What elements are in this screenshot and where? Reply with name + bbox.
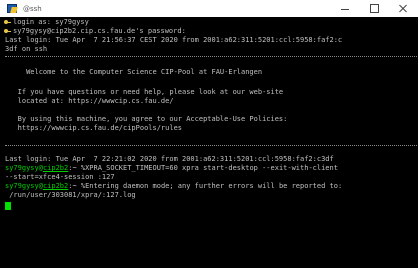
window-controls	[331, 0, 418, 17]
maximize-button[interactable]	[360, 0, 389, 17]
policy-url-line: https://wwwcip.cs.fau.de/cipPools/rules	[5, 124, 183, 132]
close-button[interactable]	[389, 0, 418, 17]
login-prompt-line: login as: sy79gysy	[13, 18, 89, 26]
terminal-area[interactable]: login as: sy79gysy sy79gysy@cip2b2.cip.c…	[0, 17, 418, 268]
divider	[5, 56, 417, 57]
title-bar[interactable]: @ssh	[0, 0, 418, 17]
key-icon	[4, 29, 11, 35]
prompt-user: sy79gysy@	[5, 182, 43, 190]
command-line: sy79gysy@cip2b2:~ %XPRA_SOCKET_TIMEOUT=6…	[5, 164, 338, 173]
divider	[5, 145, 417, 146]
output-line-cont: /run/user/303081/xpra/:127.log	[5, 191, 136, 199]
key-icon	[4, 20, 11, 26]
window-title: @ssh	[23, 4, 42, 13]
welcome-line: Welcome to the Computer Science CIP-Pool…	[5, 68, 263, 76]
ssh-window: @ssh login as: sy79gysy sy79gysy@cip2b2.…	[0, 0, 418, 268]
command-line-cont: --start=xfce4-session :127	[5, 173, 115, 181]
prompt-host: cip2b2	[42, 182, 69, 190]
command-text: :~ %XPRA_SOCKET_TIMEOUT=60 xpra start-de…	[68, 164, 338, 172]
last-login-line: Last login: Tue Apr 7 22:21:02 2020 from…	[5, 155, 334, 163]
output-line: sy79gysy@cip2b2:~ %Entering daemon mode;…	[5, 182, 342, 191]
putty-icon[interactable]	[6, 3, 18, 15]
last-login-line: Last login: Tue Apr 7 21:56:37 CEST 2020…	[5, 36, 343, 44]
policy-line: By using this machine, you agree to our …	[5, 115, 288, 123]
minimize-button[interactable]	[331, 0, 360, 17]
output-text: :~ %Entering daemon mode; any further er…	[68, 182, 343, 190]
help-line: If you have questions or need help, plea…	[5, 88, 284, 96]
help-url-line: located at: https://wwwcip.cs.fau.de/	[5, 97, 174, 105]
prompt-user: sy79gysy@	[5, 164, 43, 172]
terminal-cursor	[5, 202, 11, 210]
prompt-host: cip2b2	[42, 164, 69, 172]
password-prompt-line: sy79gysy@cip2b2.cip.cs.fau.de's password…	[13, 27, 186, 35]
last-login-line-cont: 3df on ssh	[5, 45, 48, 53]
